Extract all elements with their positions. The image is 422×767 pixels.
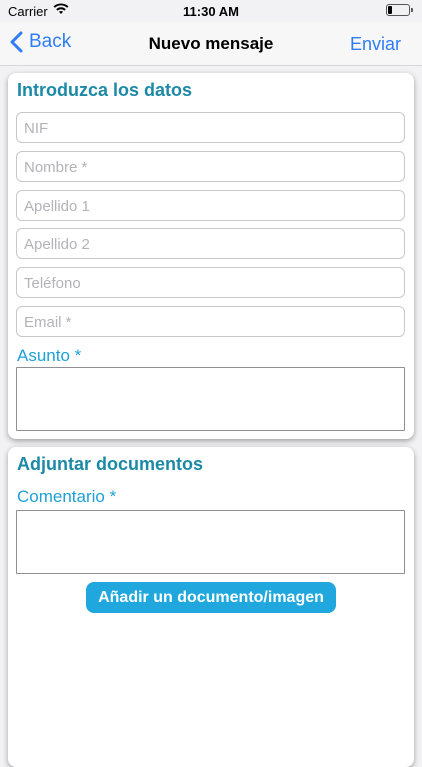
- status-bar: Carrier 11:30 AM: [0, 0, 422, 22]
- section-title-data: Introduzca los datos: [17, 80, 193, 100]
- send-button[interactable]: Enviar: [350, 34, 401, 55]
- comment-textarea[interactable]: [16, 510, 405, 574]
- navigation-bar: Back Nuevo mensaje Enviar: [0, 22, 422, 66]
- status-time: 11:30 AM: [183, 4, 239, 19]
- subject-textarea[interactable]: [16, 367, 405, 431]
- battery-level: [388, 6, 392, 14]
- battery-icon: [386, 4, 413, 16]
- subject-label: Asunto *: [17, 346, 82, 365]
- comment-label: Comentario *: [17, 487, 117, 506]
- personal-data-card: Introduzca los datos NIF Nombre * Apelli…: [8, 73, 414, 439]
- phone-input[interactable]: Teléfono: [16, 267, 405, 298]
- last-name-2-input[interactable]: Apellido 2: [16, 228, 405, 259]
- email-input[interactable]: Email *: [16, 306, 405, 337]
- section-title-attachments: Adjuntar documentos: [17, 454, 204, 474]
- add-document-button[interactable]: Añadir un documento/imagen: [86, 582, 336, 613]
- last-name-1-input[interactable]: Apellido 1: [16, 190, 405, 221]
- attachments-card: Adjuntar documentos Comentario * Añadir …: [8, 447, 414, 767]
- first-name-input[interactable]: Nombre *: [16, 151, 405, 182]
- nif-input[interactable]: NIF: [16, 112, 405, 143]
